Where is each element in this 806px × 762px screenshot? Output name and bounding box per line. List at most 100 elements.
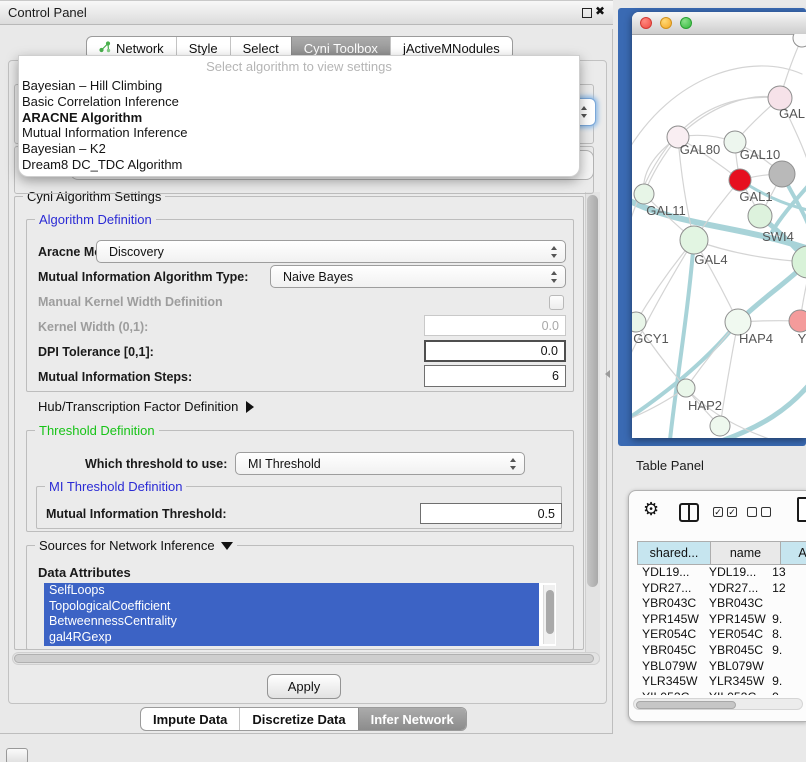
attribute-item-gal4rgexp[interactable]: gal4RGexp bbox=[44, 630, 539, 646]
control-panel-titlebar: Control Panel ✖ bbox=[0, 0, 613, 25]
table-row[interactable]: YBL079WYBL079W bbox=[637, 659, 806, 675]
aracne-mode-combobox[interactable]: Discovery bbox=[96, 240, 566, 263]
network-node-hap2[interactable] bbox=[677, 379, 695, 397]
table-horizontal-scrollbar[interactable] bbox=[633, 698, 803, 710]
table-cell: YBR043C bbox=[637, 596, 704, 612]
table-panel-title: Table Panel bbox=[636, 458, 704, 473]
settings-horizontal-scrollbar-thumb[interactable] bbox=[14, 654, 594, 663]
apply-button[interactable]: Apply bbox=[267, 674, 341, 699]
tab-label: Discretize Data bbox=[252, 712, 345, 727]
dropdown-item-basic-correlation-inference[interactable]: Basic Correlation Inference bbox=[19, 94, 579, 110]
dropdown-item-bayesian-hill-climbing[interactable]: Bayesian – Hill Climbing bbox=[19, 78, 579, 94]
tab-discretize-data[interactable]: Discretize Data bbox=[239, 708, 357, 730]
mi-steps-field[interactable]: 6 bbox=[424, 365, 566, 387]
kernel-width-field[interactable]: 0.0 bbox=[424, 315, 566, 336]
dropdown-item-aracne-algorithm[interactable]: ARACNE Algorithm bbox=[19, 110, 579, 126]
attribute-item-topologicalcoefficient[interactable]: TopologicalCoefficient bbox=[44, 599, 539, 615]
table-cell: YPR145W bbox=[637, 612, 704, 628]
select-all-columns-icon[interactable]: ✓ ✓ bbox=[713, 507, 737, 517]
dropdown-item-dream8-dc-tdc-algorithm[interactable]: Dream8 DC_TDC Algorithm bbox=[19, 157, 579, 173]
table-cell: YDR27... bbox=[704, 581, 767, 597]
node-label-gal11: GAL11 bbox=[646, 203, 686, 218]
table-row[interactable]: YDR27...YDR27...12 bbox=[637, 581, 806, 597]
unchecked-checkbox-icon bbox=[761, 507, 771, 517]
document-icon[interactable] bbox=[797, 497, 806, 522]
gear-icon[interactable]: ⚙ bbox=[643, 499, 659, 520]
tab-impute-data[interactable]: Impute Data bbox=[141, 708, 239, 730]
deselect-all-columns-icon[interactable] bbox=[747, 507, 771, 517]
algorithm-dropdown-list: Bayesian – Hill ClimbingBasic Correlatio… bbox=[19, 78, 579, 173]
attribute-item-selfloops[interactable]: SelfLoops bbox=[44, 583, 539, 599]
table-row[interactable]: YLR345WYLR345W9. bbox=[637, 674, 806, 690]
attributes-list-scrollbar[interactable] bbox=[543, 585, 555, 644]
network-window: GALGAL80GAL10GAL1GAL11SWI4GAL4GCY1HAP4YH… bbox=[632, 12, 806, 438]
node-label-swi4: SWI4 bbox=[762, 229, 794, 244]
network-edge[interactable] bbox=[724, 386, 806, 438]
mac-zoom-button[interactable] bbox=[680, 17, 692, 29]
table-row[interactable]: YBR045CYBR045C9. bbox=[637, 643, 806, 659]
column-header-shared[interactable]: shared... bbox=[637, 541, 711, 565]
column-header-a[interactable]: A bbox=[781, 541, 806, 565]
network-canvas[interactable]: GALGAL80GAL10GAL1GAL11SWI4GAL4GCY1HAP4YH… bbox=[632, 34, 806, 438]
column-header-name[interactable]: name bbox=[711, 541, 781, 565]
dpi-tolerance-field[interactable]: 0.0 bbox=[424, 340, 566, 362]
table-window: ⚙ ✓ ✓ shared...nameA YDL19...YDL19...13Y… bbox=[628, 490, 806, 722]
table-cell: YDL19... bbox=[637, 565, 704, 581]
float-window-icon[interactable] bbox=[582, 8, 592, 18]
panel-divider-handle[interactable] bbox=[605, 370, 610, 378]
threshold-definition-title: Threshold Definition bbox=[35, 423, 159, 438]
table-cell: YER054C bbox=[704, 627, 767, 643]
table-cell: YER054C bbox=[637, 627, 704, 643]
data-attributes-items: SelfLoopsTopologicalCoefficientBetweenne… bbox=[44, 583, 556, 646]
attribute-item-betweennesscentrality[interactable]: BetweennessCentrality bbox=[44, 614, 539, 630]
network-node[interactable] bbox=[793, 34, 806, 47]
bottom-left-partial-icon[interactable] bbox=[6, 748, 28, 762]
table-header-row: shared...nameA bbox=[637, 541, 806, 565]
network-node-y[interactable] bbox=[789, 310, 806, 332]
manual-kernel-checkbox[interactable] bbox=[549, 295, 564, 310]
network-node[interactable] bbox=[710, 416, 730, 436]
mac-minimize-button[interactable] bbox=[660, 17, 672, 29]
table-cell bbox=[767, 596, 806, 612]
which-threshold-label: Which threshold to use: bbox=[85, 457, 227, 471]
table-row[interactable]: YPR145WYPR145W9. bbox=[637, 612, 806, 628]
table-row[interactable]: YER054CYER054C8. bbox=[637, 627, 806, 643]
mi-threshold-field[interactable]: 0.5 bbox=[420, 503, 562, 524]
table-cell: YIL052C bbox=[704, 690, 767, 695]
network-node-gal4[interactable] bbox=[680, 226, 708, 254]
table-cell bbox=[767, 659, 806, 675]
scrollbar-thumb[interactable] bbox=[636, 701, 736, 709]
settings-vertical-scrollbar-thumb[interactable] bbox=[587, 195, 598, 587]
scrollbar-thumb[interactable] bbox=[546, 590, 554, 634]
table-row[interactable]: YDL19...YDL19...13 bbox=[637, 565, 806, 581]
dropdown-item-mutual-information-inference[interactable]: Mutual Information Inference bbox=[19, 125, 579, 141]
dropdown-item-bayesian-k2[interactable]: Bayesian – K2 bbox=[19, 141, 579, 157]
which-threshold-combobox[interactable]: MI Threshold bbox=[235, 452, 525, 475]
network-icon bbox=[99, 41, 111, 56]
close-icon[interactable]: ✖ bbox=[595, 4, 605, 18]
table-row[interactable]: YIL052CYIL052C9 bbox=[637, 690, 806, 695]
network-node-gal11[interactable] bbox=[634, 184, 654, 204]
table-row[interactable]: YBR043CYBR043C bbox=[637, 596, 806, 612]
network-node-swi4[interactable] bbox=[748, 204, 772, 228]
network-node[interactable] bbox=[769, 161, 795, 187]
columns-icon[interactable] bbox=[679, 503, 699, 522]
sources-group-title: Sources for Network Inference bbox=[35, 538, 237, 553]
mac-close-button[interactable] bbox=[640, 17, 652, 29]
node-label-y: Y bbox=[798, 331, 806, 346]
stepper-icon bbox=[580, 106, 588, 118]
hub-definition-label: Hub/Transcription Factor Definition bbox=[38, 399, 238, 414]
dpi-tolerance-label: DPI Tolerance [0,1]: bbox=[38, 345, 154, 359]
table-cell: YIL052C bbox=[637, 690, 704, 695]
data-attributes-list[interactable]: SelfLoopsTopologicalCoefficientBetweenne… bbox=[44, 583, 556, 646]
network-node-gal1[interactable] bbox=[729, 169, 751, 191]
tab-label: Cyni Toolbox bbox=[304, 41, 378, 56]
network-window-titlebar[interactable] bbox=[632, 12, 806, 35]
tab-infer-network[interactable]: Infer Network bbox=[358, 708, 466, 730]
table-cell: 8. bbox=[767, 627, 806, 643]
hub-definition-expander[interactable]: Hub/Transcription Factor Definition bbox=[38, 399, 254, 414]
table-cell: 13 bbox=[767, 565, 806, 581]
node-label-hap2: HAP2 bbox=[688, 398, 722, 413]
sources-title-text: Sources for Network Inference bbox=[39, 538, 215, 553]
mi-type-combobox[interactable]: Naive Bayes bbox=[270, 265, 566, 288]
